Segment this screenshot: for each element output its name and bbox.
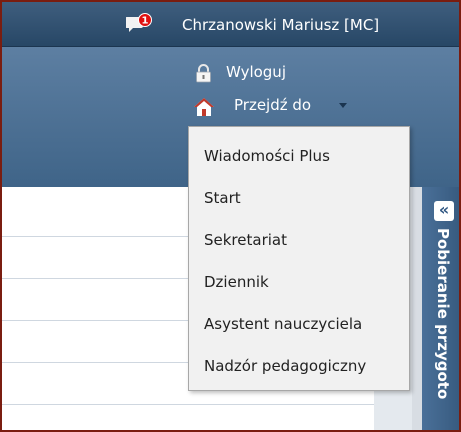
goto-menu-button[interactable]: Przejdź do (234, 96, 311, 114)
expand-panel-button[interactable]: « (434, 201, 454, 221)
chevron-down-icon[interactable] (339, 103, 347, 108)
user-name[interactable]: Chrzanowski Mariusz [MC] (182, 16, 379, 34)
logout-link[interactable]: Wyloguj (226, 63, 286, 81)
lock-icon[interactable] (195, 64, 212, 83)
messages-icon[interactable]: 1 (125, 13, 152, 35)
scrollbar[interactable] (412, 187, 422, 430)
menu-item-start[interactable]: Start (204, 189, 241, 207)
app-frame: 1 Chrzanowski Mariusz [MC] Wyloguj Przej… (0, 0, 461, 432)
menu-item-dziennik[interactable]: Dziennik (204, 273, 269, 291)
home-icon[interactable] (193, 97, 215, 117)
menu-item-nadzor-pedagogiczny[interactable]: Nadzór pedagogiczny (204, 357, 366, 375)
message-count-badge: 1 (142, 16, 149, 27)
panel-title[interactable]: Pobieranie przygoto (434, 228, 452, 399)
menu-item-sekretariat[interactable]: Sekretariat (204, 231, 287, 249)
goto-dropdown-menu: Wiadomości Plus Start Sekretariat Dzienn… (188, 126, 410, 391)
menu-item-wiadomosci-plus[interactable]: Wiadomości Plus (204, 147, 330, 165)
content-row-divider (2, 404, 388, 405)
menu-item-asystent-nauczyciela[interactable]: Asystent nauczyciela (204, 315, 362, 333)
